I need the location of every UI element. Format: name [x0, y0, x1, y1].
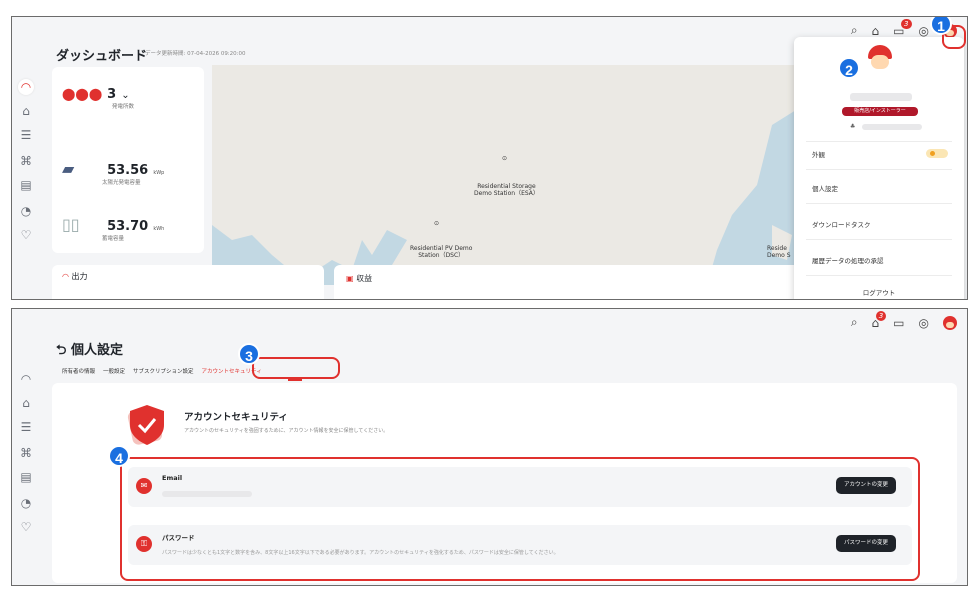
- tab-general[interactable]: 一般設定: [103, 367, 125, 375]
- settings-nav-icon[interactable]: ♡: [18, 519, 34, 535]
- station-count-icon: ⬤⬤⬤: [62, 87, 103, 101]
- search-icon[interactable]: ⌕: [851, 315, 858, 330]
- header-toolbar: ⌕ ⌂ 3 ▭ ◎: [851, 310, 957, 330]
- back-icon[interactable]: ⮌: [56, 343, 66, 358]
- appearance-toggle[interactable]: [926, 149, 948, 158]
- highlight-security-rows: [120, 457, 920, 581]
- home-nav-icon[interactable]: ⌂: [18, 395, 34, 411]
- username-blurred: [850, 93, 912, 101]
- callout-2: 2: [838, 57, 860, 79]
- org-blurred: [862, 124, 922, 130]
- storage-capacity-stat: ▯▯ 53.70 kWh 蓄電容量: [62, 215, 164, 242]
- station-icon[interactable]: ⌂ 3: [872, 310, 887, 330]
- divider: [806, 203, 952, 204]
- pv-capacity-stat: ▰ 53.56 kWp 太陽光発電容量: [62, 159, 164, 186]
- avatar-large: [868, 45, 892, 71]
- list-nav-icon[interactable]: ☰: [18, 419, 34, 435]
- station-map[interactable]: ⊙ Residential Storage Demo Station（ESA） …: [212, 65, 804, 285]
- pv-capacity-unit: kWp: [153, 170, 165, 176]
- storage-station-pin[interactable]: ⊙: [502, 155, 507, 162]
- tab-owner-info[interactable]: 所有者の情報: [62, 367, 95, 375]
- station-count-value: 3: [107, 87, 117, 102]
- menu-history-approval[interactable]: 履歴データの処理の承認: [812, 255, 884, 265]
- avatar[interactable]: [943, 315, 957, 330]
- pv-capacity-value: 53.56: [107, 163, 149, 178]
- station-nav-icon[interactable]: ⌘: [18, 153, 34, 169]
- search-icon[interactable]: ⌕: [851, 23, 858, 38]
- pv-station-label: Residential PV Demo Station（DSC）: [410, 245, 473, 259]
- divider: [806, 169, 952, 170]
- dashboard-panel: ◠ ⌂ ☰ ⌘ ▤ ◔ ♡ ⌕ ⌂ ▭ 3 ◎ ダッシュボード データ更新時間: …: [11, 16, 968, 300]
- security-title: アカウントセキュリティ: [184, 412, 288, 423]
- sidebar: ◠ ⌂ ☰ ⌘ ▤ ◔ ♡: [12, 17, 42, 299]
- station-nav-icon[interactable]: ⌘: [18, 445, 34, 461]
- menu-download-tasks[interactable]: ダウンロードタスク: [812, 219, 871, 229]
- stats-card: ⬤⬤⬤ 3 ⌄ 発電所数 ▰ 53.56 kWp 太陽光発電容量 ▯▯ 53.7…: [52, 67, 204, 253]
- map-land: [212, 65, 804, 285]
- globe-icon[interactable]: ◎: [919, 316, 929, 330]
- list-nav-icon[interactable]: ☰: [18, 127, 34, 143]
- station-badge: 3: [875, 310, 887, 321]
- history-nav-icon[interactable]: ◔: [18, 203, 34, 219]
- pv-capacity-label: 太陽光発電容量: [102, 180, 141, 186]
- active-tab-indicator: [288, 379, 302, 381]
- storage-capacity-unit: kWh: [153, 226, 165, 232]
- page-title-text: 個人設定: [70, 343, 123, 358]
- user-dropdown: 販売店/インストーラー ♣ 外観 個人設定 ダウンロードタスク 履歴データの処理…: [794, 37, 964, 299]
- home-nav-icon[interactable]: ⌂: [18, 103, 34, 119]
- globe-icon[interactable]: ◎: [919, 24, 929, 38]
- menu-personal-settings[interactable]: 個人設定: [812, 183, 838, 193]
- page-title: ダッシュボード: [56, 49, 148, 64]
- settings-tabs: 所有者の情報 一般設定 サブスクリプション設定 アカウントセキュリティ: [62, 367, 262, 375]
- tab-subscription[interactable]: サブスクリプション設定: [133, 367, 194, 375]
- menu-appearance[interactable]: 外観: [812, 149, 825, 159]
- personal-settings-panel: ◠ ⌂ ☰ ⌘ ▤ ◔ ♡ ⌕ ⌂ 3 ▭ ◎ ⮌ 個人設定 所有者の情報 一般設…: [11, 308, 968, 586]
- divider: [806, 239, 952, 240]
- callout-4: 4: [108, 445, 130, 467]
- revenue-card-title: 収益: [356, 274, 373, 283]
- station-icon[interactable]: ⌂: [872, 24, 880, 38]
- pv-station-pin[interactable]: ⊙: [434, 220, 439, 227]
- sidebar: ◠ ⌂ ☰ ⌘ ▤ ◔ ♡: [12, 309, 42, 585]
- station-count-label: 発電所数: [112, 104, 135, 110]
- message-icon[interactable]: ▭ 3: [893, 18, 912, 38]
- chevron-down-icon[interactable]: ⌄: [121, 90, 129, 101]
- callout-3: 3: [238, 343, 260, 365]
- update-time: データ更新時間: 07-04-2026 09:20:00: [145, 51, 246, 57]
- output-icon: ◠: [62, 272, 69, 281]
- output-card-title: 出力: [71, 272, 88, 281]
- logout-button[interactable]: ログアウト: [794, 287, 964, 297]
- solar-panel-icon: ▰: [62, 159, 75, 178]
- role-badge: 販売店/インストーラー: [842, 107, 918, 116]
- message-icon[interactable]: ▭: [893, 316, 904, 330]
- revenue-card: ▣ 収益: [334, 265, 804, 299]
- battery-icon: ▯▯: [62, 215, 80, 234]
- page-title: ⮌ 個人設定: [56, 339, 123, 363]
- revenue-icon: ▣: [346, 274, 354, 283]
- org-icon: ♣: [850, 123, 856, 130]
- output-card: ◠ 出力: [52, 265, 324, 299]
- report-nav-icon[interactable]: ▤: [18, 177, 34, 193]
- divider: [806, 275, 952, 276]
- storage-station-label: Residential Storage Demo Station（ESA）: [474, 183, 539, 197]
- divider: [806, 141, 952, 142]
- history-nav-icon[interactable]: ◔: [18, 495, 34, 511]
- station-count-stat: ⬤⬤⬤ 3 ⌄ 発電所数: [62, 83, 134, 110]
- dashboard-nav-icon[interactable]: ◠: [18, 79, 34, 95]
- highlight-security-tab: [252, 357, 340, 379]
- storage-capacity-value: 53.70: [107, 219, 149, 234]
- message-badge: 3: [901, 18, 912, 29]
- dashboard-nav-icon[interactable]: ◠: [18, 371, 34, 387]
- security-description: アカウントのセキュリティを強固するために、アカウント情報を安全に保管してください…: [184, 428, 389, 434]
- settings-nav-icon[interactable]: ♡: [18, 227, 34, 243]
- shield-icon: [127, 405, 164, 445]
- edge-station-label: Reside Demo S: [767, 245, 791, 259]
- report-nav-icon[interactable]: ▤: [18, 469, 34, 485]
- storage-capacity-label: 蓄電容量: [102, 236, 125, 242]
